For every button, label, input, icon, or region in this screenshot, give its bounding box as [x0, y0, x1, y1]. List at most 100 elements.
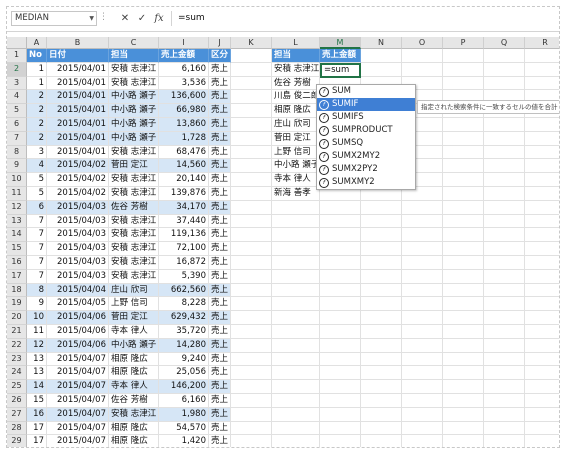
empty-cell[interactable]: [443, 242, 484, 256]
empty-cell[interactable]: [525, 173, 559, 187]
empty-cell[interactable]: [231, 159, 272, 174]
empty-cell[interactable]: [443, 352, 484, 367]
cell-kind[interactable]: 売上: [209, 394, 231, 408]
row-header[interactable]: 21: [7, 325, 27, 339]
empty-cell[interactable]: [525, 242, 559, 256]
name-box[interactable]: MEDIAN ▼: [11, 11, 97, 26]
empty-cell[interactable]: [443, 62, 484, 77]
empty-cell[interactable]: [443, 187, 484, 201]
row-header[interactable]: 12: [7, 200, 27, 215]
summary-amount[interactable]: [320, 435, 361, 447]
row-header[interactable]: 25: [7, 380, 27, 394]
empty-cell[interactable]: [484, 394, 525, 408]
summary-rep[interactable]: 相原 隆広: [272, 104, 320, 118]
empty-cell[interactable]: [361, 338, 402, 353]
summary-rep[interactable]: [272, 394, 320, 408]
cell-amount[interactable]: 34,170: [159, 200, 209, 215]
summary-rep[interactable]: [272, 407, 320, 422]
header-amount-summary[interactable]: 売上金額: [320, 49, 361, 63]
empty-cell[interactable]: [484, 118, 525, 132]
empty-cell[interactable]: [443, 256, 484, 270]
empty-cell[interactable]: [484, 62, 525, 77]
cell-no[interactable]: 16: [27, 407, 47, 422]
empty-cell[interactable]: [402, 283, 443, 298]
cell-kind[interactable]: 売上: [209, 297, 231, 312]
summary-amount[interactable]: [320, 242, 361, 256]
empty-cell[interactable]: [484, 145, 525, 160]
cell-kind[interactable]: 売上: [209, 421, 231, 436]
cell-date[interactable]: 2015/04/06: [47, 325, 109, 339]
empty-cell[interactable]: [525, 325, 559, 339]
empty-cell[interactable]: [525, 269, 559, 284]
cell-amount[interactable]: 54,570: [159, 421, 209, 436]
row-header[interactable]: 15: [7, 242, 27, 256]
cell-kind[interactable]: 売上: [209, 90, 231, 105]
empty-cell[interactable]: [361, 49, 402, 63]
cell-kind[interactable]: 売上: [209, 187, 231, 201]
empty-cell[interactable]: [402, 407, 443, 422]
summary-rep[interactable]: [272, 435, 320, 447]
cell-rep[interactable]: 相原 隆広: [109, 421, 159, 436]
empty-cell[interactable]: [484, 269, 525, 284]
empty-cell[interactable]: [231, 104, 272, 118]
empty-cell[interactable]: [525, 297, 559, 312]
row-header[interactable]: 1: [7, 49, 27, 63]
empty-cell[interactable]: [231, 380, 272, 394]
chevron-down-icon[interactable]: ▼: [89, 15, 94, 22]
empty-cell[interactable]: [484, 421, 525, 436]
cell-amount[interactable]: 6,160: [159, 394, 209, 408]
empty-cell[interactable]: [525, 214, 559, 229]
summary-rep[interactable]: 新海 善孝: [272, 187, 320, 201]
summary-amount[interactable]: [320, 297, 361, 312]
cell-date[interactable]: 2015/04/01: [47, 76, 109, 91]
empty-cell[interactable]: [361, 380, 402, 394]
empty-cell[interactable]: [484, 435, 525, 447]
header-date[interactable]: 日付: [47, 49, 109, 63]
cell-amount[interactable]: 14,560: [159, 159, 209, 174]
empty-cell[interactable]: [361, 269, 402, 284]
cell-rep[interactable]: 佐谷 芳樹: [109, 394, 159, 408]
empty-cell[interactable]: [402, 297, 443, 312]
empty-cell[interactable]: [361, 228, 402, 243]
empty-cell[interactable]: [443, 421, 484, 436]
empty-cell[interactable]: [443, 407, 484, 422]
empty-cell[interactable]: [402, 256, 443, 270]
column-header-c[interactable]: C: [109, 37, 159, 49]
cell-kind[interactable]: 売上: [209, 338, 231, 353]
autocomplete-item-sumx2my2[interactable]: f SUMX2MY2: [317, 150, 415, 163]
cell-rep[interactable]: 安積 志津江: [109, 214, 159, 229]
cell-rep[interactable]: 相原 隆広: [109, 352, 159, 367]
empty-cell[interactable]: [361, 352, 402, 367]
cell-rep[interactable]: 上野 信司: [109, 297, 159, 312]
cell-no[interactable]: 2: [27, 131, 47, 146]
summary-rep[interactable]: 菅田 定江: [272, 131, 320, 146]
empty-cell[interactable]: [402, 435, 443, 447]
header-rep[interactable]: 担当: [109, 49, 159, 63]
cell-no[interactable]: 14: [27, 380, 47, 394]
cell-kind[interactable]: 売上: [209, 131, 231, 146]
cell-date[interactable]: 2015/04/02: [47, 173, 109, 187]
empty-cell[interactable]: [231, 173, 272, 187]
empty-cell[interactable]: [525, 407, 559, 422]
cell-amount[interactable]: 25,056: [159, 366, 209, 381]
row-header[interactable]: 18: [7, 283, 27, 298]
cell-rep[interactable]: 安積 志津江: [109, 173, 159, 187]
summary-rep[interactable]: 川島 俊二郎: [272, 90, 320, 105]
cell-kind[interactable]: 売上: [209, 283, 231, 298]
cell-date[interactable]: 2015/04/07: [47, 407, 109, 422]
summary-rep[interactable]: [272, 200, 320, 215]
empty-cell[interactable]: [231, 242, 272, 256]
cell-kind[interactable]: 売上: [209, 118, 231, 132]
cell-no[interactable]: 2: [27, 104, 47, 118]
cell-no[interactable]: 6: [27, 200, 47, 215]
cell-amount[interactable]: 16,872: [159, 256, 209, 270]
empty-cell[interactable]: [525, 131, 559, 146]
empty-cell[interactable]: [402, 49, 443, 63]
summary-rep[interactable]: [272, 269, 320, 284]
row-header[interactable]: 8: [7, 145, 27, 160]
summary-rep[interactable]: [272, 338, 320, 353]
cell-date[interactable]: 2015/04/07: [47, 421, 109, 436]
empty-cell[interactable]: [361, 297, 402, 312]
row-header[interactable]: 4: [7, 90, 27, 105]
summary-amount[interactable]: [320, 311, 361, 325]
